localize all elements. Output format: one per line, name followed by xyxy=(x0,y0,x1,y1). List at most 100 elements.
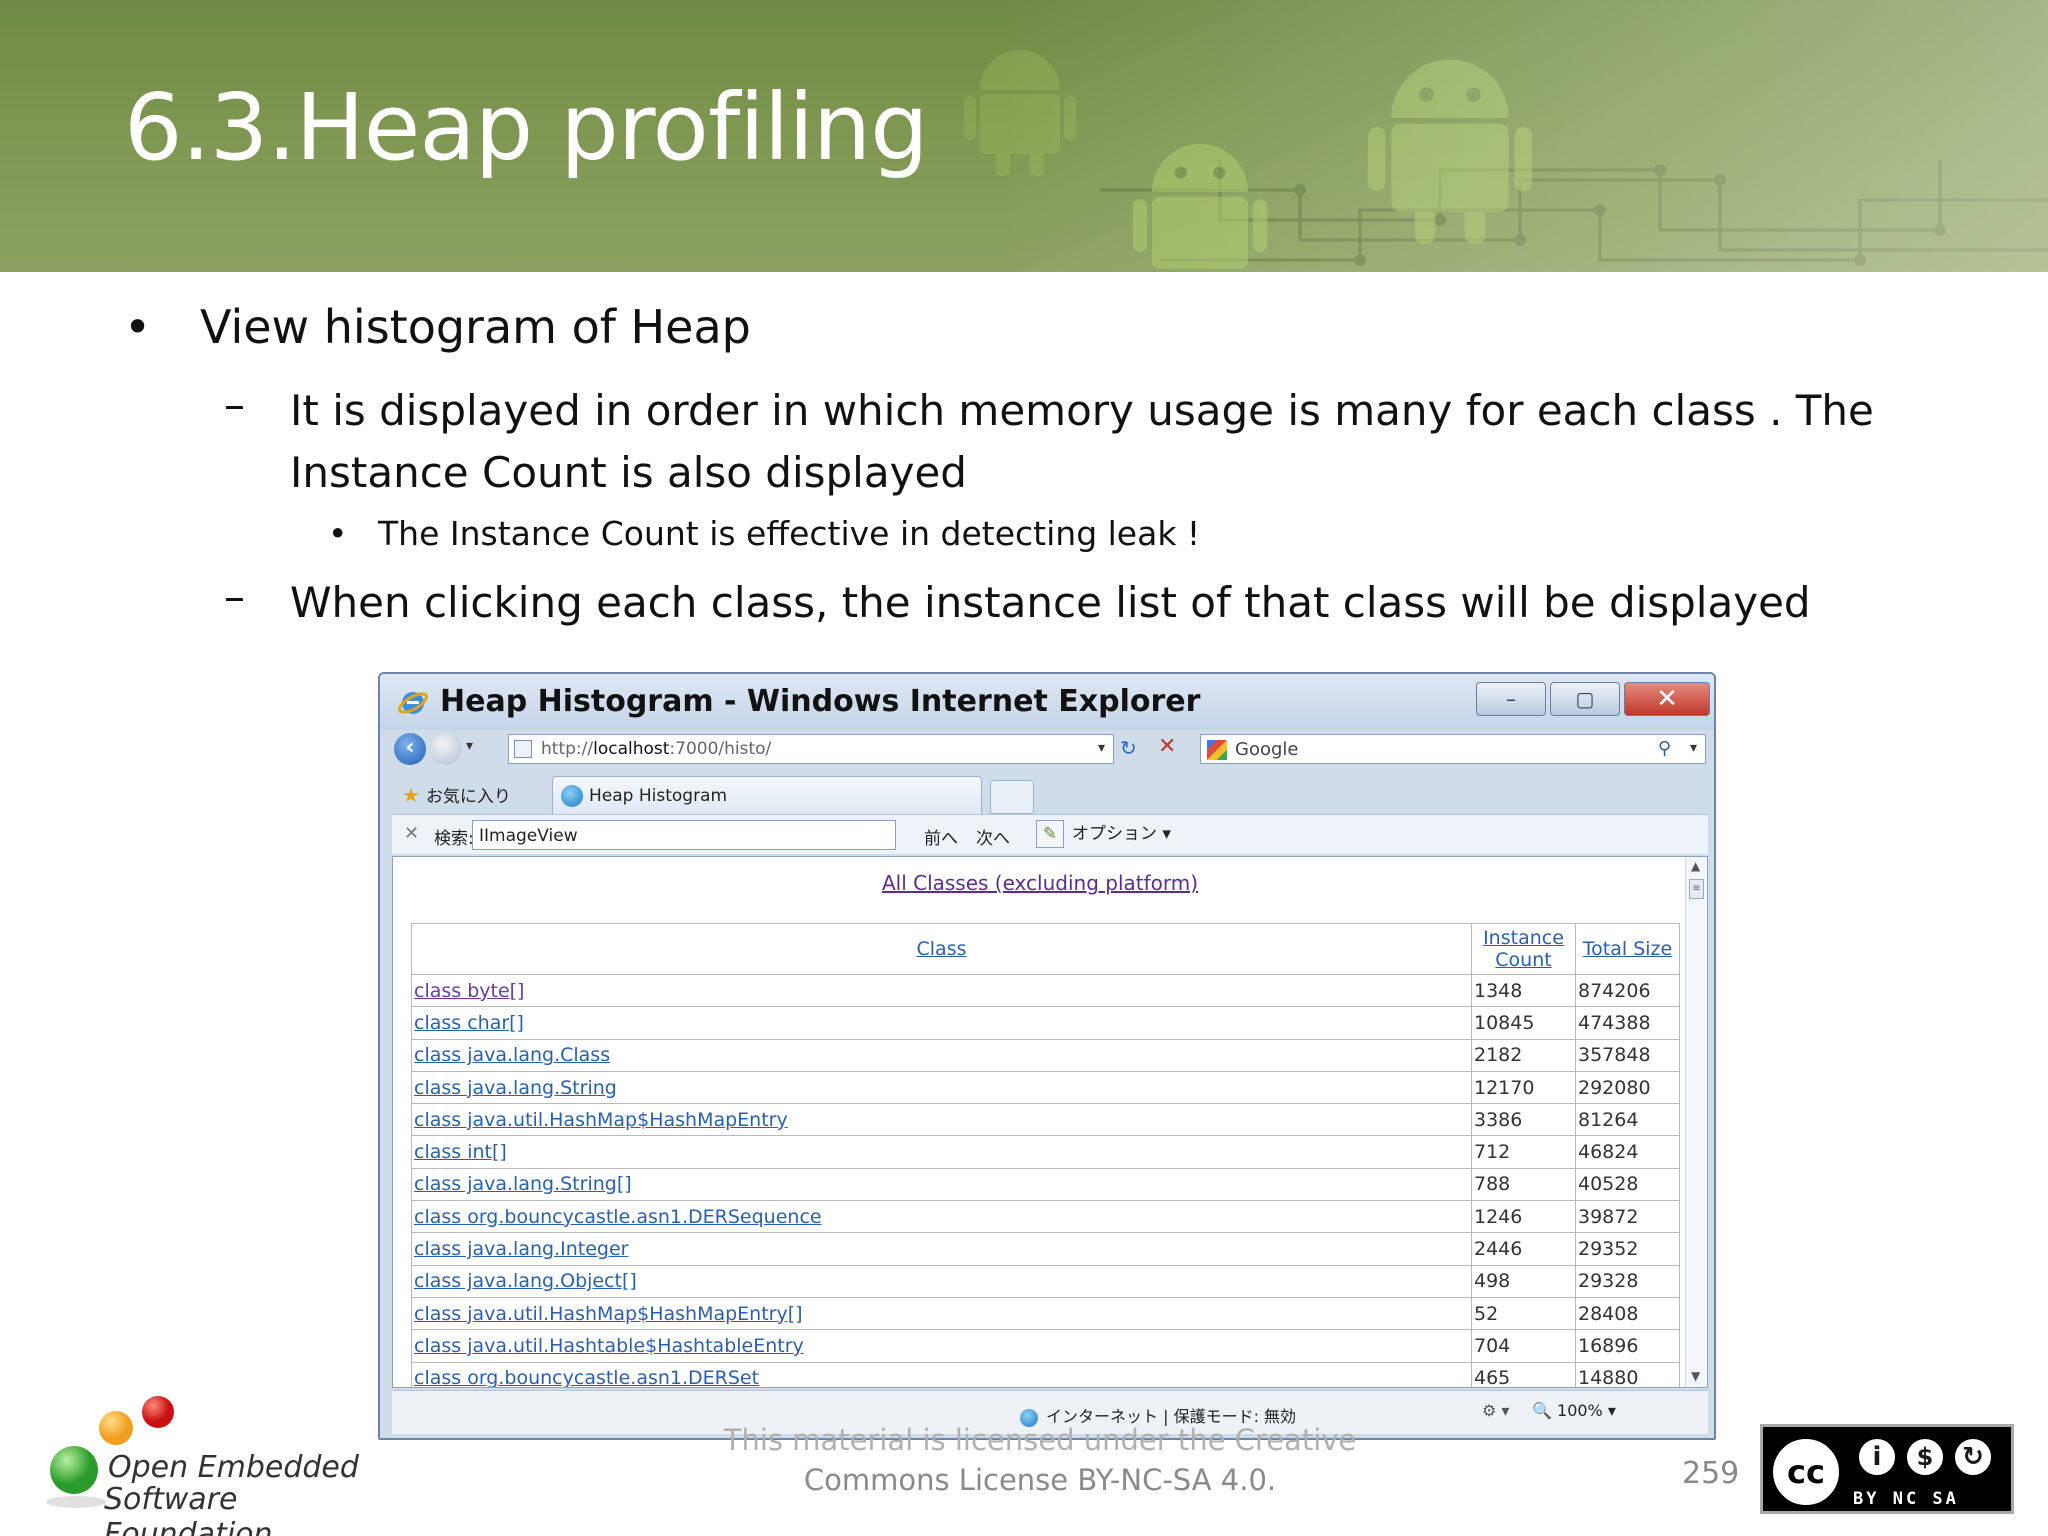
security-icon[interactable]: ⚙ ▾ xyxy=(1482,1401,1509,1420)
table-row: class java.lang.String[] 788 40528 xyxy=(411,1167,1680,1202)
bullet-text: View histogram of Heap xyxy=(200,300,751,354)
class-link[interactable]: class java.util.HashMap$HashMapEntry[] xyxy=(411,1296,1472,1331)
close-find-icon[interactable]: ✕ xyxy=(404,823,419,844)
instance-count-cell: 2182 xyxy=(1471,1038,1576,1072)
header-instance-count[interactable]: Instance Count xyxy=(1471,923,1576,975)
class-link[interactable]: class org.bouncycastle.asn1.DERSet xyxy=(411,1361,1472,1387)
total-size-cell: 39872 xyxy=(1575,1200,1680,1234)
class-link[interactable]: class char[] xyxy=(411,1006,1472,1040)
total-size-cell: 874206 xyxy=(1575,973,1680,1008)
instance-count-cell: 712 xyxy=(1471,1135,1576,1169)
find-options-button[interactable]: ✎ オプション ▾ xyxy=(1036,819,1171,848)
total-size-cell: 46824 xyxy=(1575,1135,1680,1169)
header-class[interactable]: Class xyxy=(411,923,1472,975)
class-link[interactable]: class java.util.HashMap$HashMapEntry xyxy=(411,1103,1472,1137)
table-row: class java.lang.Integer 2446 29352 xyxy=(411,1232,1680,1266)
address-bar[interactable]: http://localhost:7000/histo/ ▾ xyxy=(508,734,1114,764)
class-link[interactable]: class java.util.Hashtable$HashtableEntry xyxy=(411,1329,1472,1363)
class-link[interactable]: class java.lang.Class xyxy=(411,1038,1472,1072)
sharealike-icon: ↻ xyxy=(1951,1435,1995,1479)
class-link[interactable]: class int[] xyxy=(411,1135,1472,1169)
histogram-table: Class Instance Count Total Size class by… xyxy=(411,923,1680,1387)
creative-commons-badge: cc i $ ↻ BY NC SA xyxy=(1760,1424,2014,1514)
find-label: 検索: xyxy=(434,829,474,849)
close-button[interactable]: ✕ xyxy=(1624,682,1710,716)
table-header-row: Class Instance Count Total Size xyxy=(411,923,1680,975)
new-tab-button[interactable] xyxy=(990,780,1034,814)
total-size-cell: 81264 xyxy=(1575,1103,1680,1137)
total-size-cell: 29352 xyxy=(1575,1232,1680,1266)
tab-bar: ★ お気に入り Heap Histogram xyxy=(392,776,1708,814)
back-button[interactable]: ‹ xyxy=(394,733,426,765)
class-link[interactable]: class java.lang.Integer xyxy=(411,1232,1472,1266)
header-total-size[interactable]: Total Size xyxy=(1575,923,1680,975)
forward-button[interactable] xyxy=(430,733,462,765)
total-size-cell: 474388 xyxy=(1575,1006,1680,1040)
maximize-button[interactable]: ▢ xyxy=(1550,682,1620,716)
window-title: Heap Histogram - Windows Internet Explor… xyxy=(440,684,1201,719)
class-link[interactable]: class java.lang.Object[] xyxy=(411,1264,1472,1298)
total-size-cell: 292080 xyxy=(1575,1070,1680,1105)
scroll-thumb[interactable]: ≡ xyxy=(1689,879,1704,899)
total-size-cell: 40528 xyxy=(1575,1167,1680,1202)
vertical-scrollbar[interactable]: ▲ ≡ ▼ xyxy=(1685,857,1707,1387)
all-classes-link[interactable]: All Classes (excluding platform) xyxy=(393,871,1687,895)
search-dropdown-icon[interactable]: ▾ xyxy=(1690,740,1697,756)
search-icon[interactable]: ⚲ xyxy=(1658,738,1671,759)
instance-count-cell: 12170 xyxy=(1471,1070,1576,1105)
find-previous-button[interactable]: 前へ xyxy=(924,824,958,849)
title-banner: 6.3.Heap profiling xyxy=(0,0,2048,272)
bullet-text: When clicking each class, the instance l… xyxy=(290,578,1811,627)
instance-count-cell: 465 xyxy=(1471,1361,1576,1387)
instance-count-cell: 498 xyxy=(1471,1264,1576,1298)
refresh-icon[interactable]: ↻ xyxy=(1120,736,1137,760)
total-size-cell: 14880 xyxy=(1575,1361,1680,1387)
address-dropdown-icon[interactable]: ▾ xyxy=(1098,740,1105,756)
class-link[interactable]: class java.lang.String[] xyxy=(411,1167,1472,1202)
scroll-up-icon[interactable]: ▲ xyxy=(1691,859,1700,873)
class-link[interactable]: class org.bouncycastle.asn1.DERSequence xyxy=(411,1200,1472,1234)
ie-page-icon xyxy=(561,785,583,807)
org-name-line1: Open Embedded xyxy=(108,1450,359,1485)
minimize-button[interactable]: – xyxy=(1476,682,1546,716)
zoom-level[interactable]: 🔍 100% ▾ xyxy=(1532,1401,1616,1420)
dash-marker: – xyxy=(224,380,245,429)
class-link[interactable]: class byte[] xyxy=(411,973,1472,1008)
table-row: class int[] 712 46824 xyxy=(411,1135,1680,1169)
table-row: class java.util.HashMap$HashMapEntry 3386… xyxy=(411,1103,1680,1137)
table-row: class java.util.HashMap$HashMapEntry[] 52… xyxy=(411,1296,1680,1331)
table-row: class java.util.Hashtable$HashtableEntry… xyxy=(411,1329,1680,1363)
table-row: class java.lang.Class 2182 357848 xyxy=(411,1038,1680,1072)
history-dropdown-icon[interactable]: ▾ xyxy=(466,738,473,754)
table-row: class org.bouncycastle.asn1.DERSequence 1… xyxy=(411,1200,1680,1234)
total-size-cell: 28408 xyxy=(1575,1296,1680,1331)
find-next-button[interactable]: 次へ xyxy=(976,824,1010,849)
star-icon: ★ xyxy=(402,783,420,807)
class-link[interactable]: class java.lang.String xyxy=(411,1070,1472,1105)
table-row: class byte[] 1348 874206 xyxy=(411,973,1680,1008)
attribution-icon: i xyxy=(1855,1435,1899,1479)
window-title-bar: Heap Histogram - Windows Internet Explor… xyxy=(380,674,1714,730)
search-box[interactable]: Google ⚲ ▾ xyxy=(1200,734,1706,764)
license-notice: This material is licensed under the Crea… xyxy=(700,1420,1380,1500)
find-value: IImageView xyxy=(479,826,578,846)
page-content: All Classes (excluding platform) Class I… xyxy=(392,856,1708,1388)
instance-count-cell: 704 xyxy=(1471,1329,1576,1363)
android-robot-icon xyxy=(964,50,1076,176)
stop-icon[interactable]: ✕ xyxy=(1158,734,1176,759)
find-input[interactable]: IImageView xyxy=(472,820,896,850)
org-name-line2: Software Foundation xyxy=(104,1482,273,1536)
address-url: http://localhost:7000/histo/ xyxy=(541,739,772,759)
scroll-down-icon[interactable]: ▼ xyxy=(1691,1369,1700,1383)
instance-count-cell: 10845 xyxy=(1471,1006,1576,1040)
page-icon xyxy=(514,740,532,758)
favorites-button[interactable]: ★ お気に入り xyxy=(402,782,511,807)
table-row: class java.lang.Object[] 498 29328 xyxy=(411,1264,1680,1298)
instance-count-cell: 788 xyxy=(1471,1167,1576,1202)
tab-heap-histogram[interactable]: Heap Histogram xyxy=(552,776,982,814)
circuit-board-decoration xyxy=(1100,160,2048,266)
noncommercial-icon: $ xyxy=(1903,1435,1947,1479)
slide-title: 6.3.Heap profiling xyxy=(124,74,929,181)
total-size-cell: 29328 xyxy=(1575,1264,1680,1298)
internet-explorer-icon xyxy=(398,692,428,714)
